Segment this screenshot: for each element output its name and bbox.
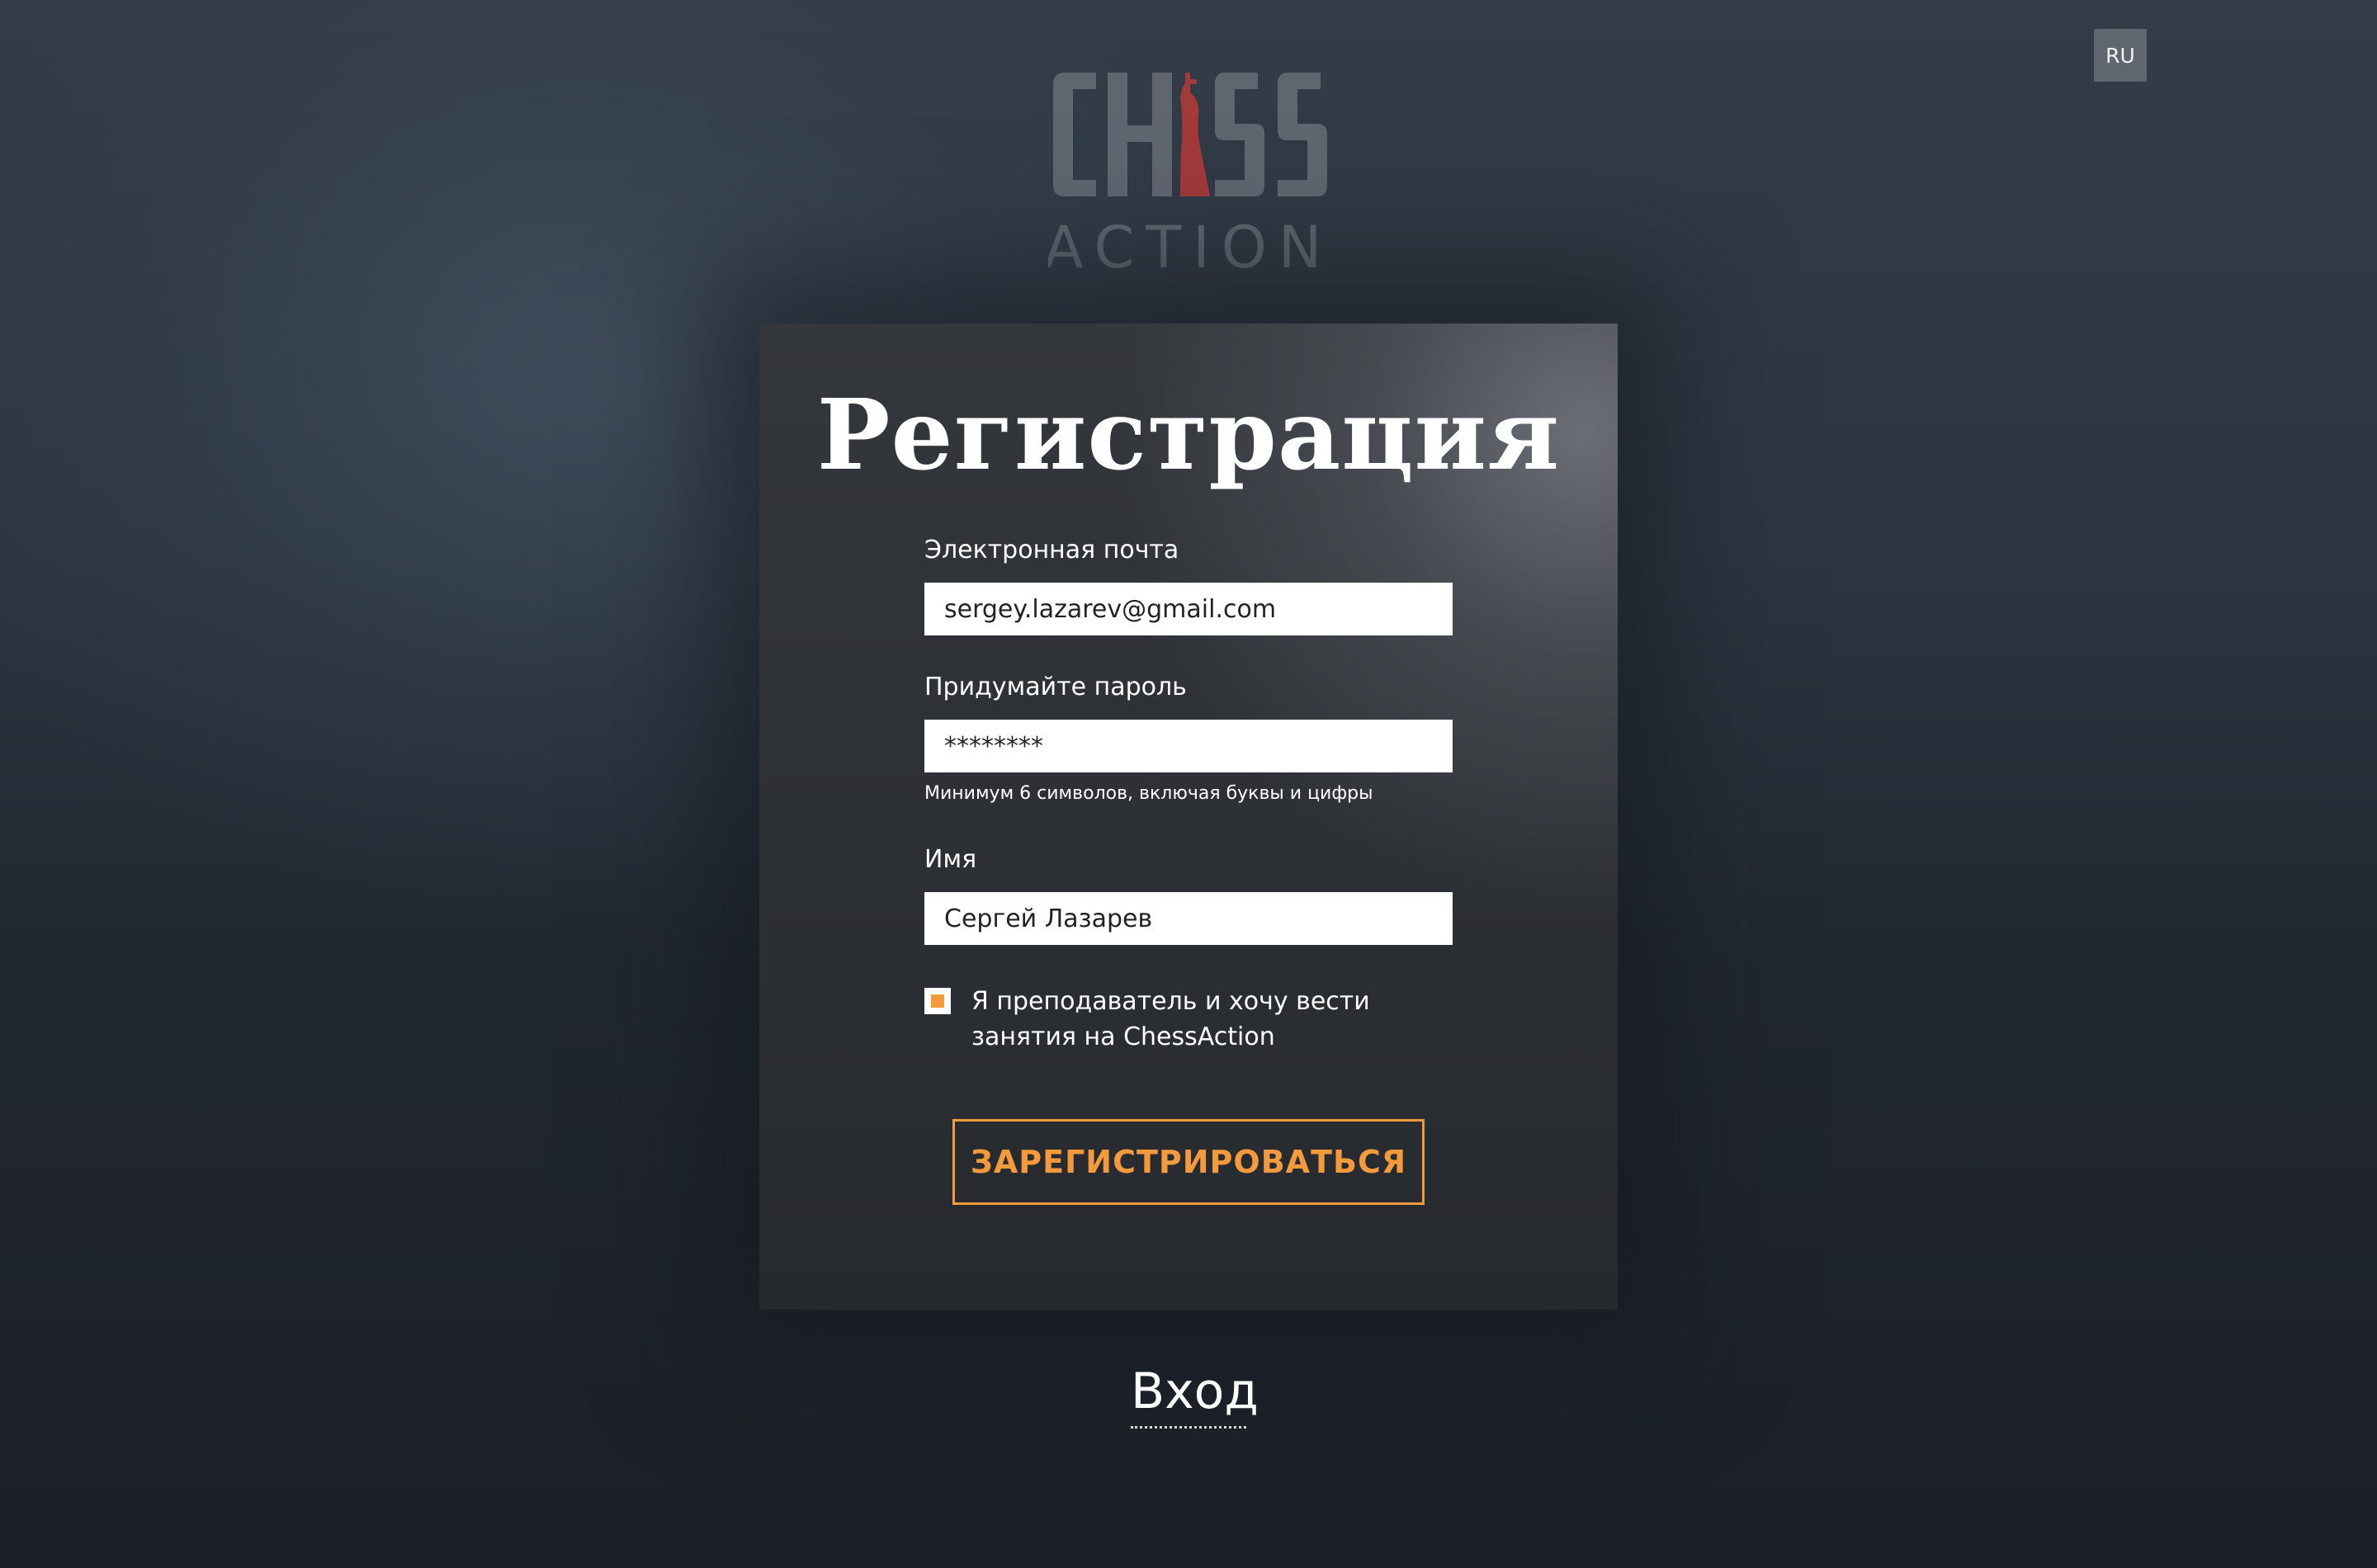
- checkbox-checked-mark: [931, 994, 944, 1008]
- register-button[interactable]: ЗАРЕГИСТРИРОВАТЬСЯ: [952, 1119, 1425, 1205]
- teacher-checkbox[interactable]: [924, 988, 951, 1014]
- chess-action-logo: ACTION: [1048, 64, 1329, 279]
- chess-king-icon: [1180, 73, 1210, 196]
- name-label: Имя: [924, 845, 977, 874]
- teacher-checkbox-label[interactable]: Я преподаватель и хочу вести занятия на …: [971, 984, 1467, 1055]
- language-switch-button[interactable]: RU: [2094, 29, 2147, 82]
- password-field[interactable]: [924, 720, 1453, 772]
- password-hint: Минимум 6 символов, включая буквы и цифр…: [924, 783, 1373, 804]
- logo-subtitle: ACTION: [1048, 214, 1329, 279]
- page-title: Регистрация: [816, 377, 1561, 492]
- password-label: Придумайте пароль: [924, 673, 1187, 701]
- login-link[interactable]: Вход: [1131, 1362, 1259, 1429]
- email-label: Электронная почта: [924, 536, 1179, 564]
- email-field[interactable]: [924, 583, 1453, 635]
- name-field[interactable]: [924, 892, 1453, 945]
- registration-card: Регистрация Электронная почта Придумайте…: [759, 324, 1618, 1310]
